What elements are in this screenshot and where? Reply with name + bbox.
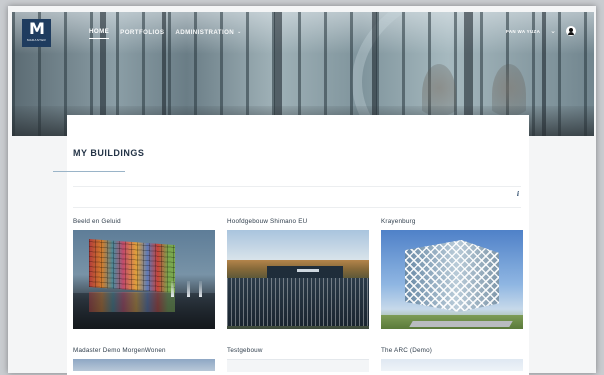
info-icon[interactable]: i xyxy=(514,191,522,199)
building-photo[interactable] xyxy=(381,230,523,329)
building-photo[interactable] xyxy=(73,230,215,329)
building-sign xyxy=(297,269,319,272)
building-facade xyxy=(405,240,499,312)
fountain-jet xyxy=(171,281,174,297)
user-menu[interactable]: PAN WA YUZA ⌄ xyxy=(506,26,576,36)
buildings-card: MY BUILDINGS i Beeld en Geluid Hoofdgebo… xyxy=(53,115,529,375)
user-avatar-icon[interactable] xyxy=(566,26,576,36)
building-road xyxy=(409,321,513,327)
fountain-jet xyxy=(187,281,190,297)
logo-word: MADASTER xyxy=(26,38,47,42)
fountain-jet xyxy=(199,281,202,297)
building-name[interactable]: The ARC (Demo) xyxy=(381,347,524,359)
nav-home[interactable]: HOME xyxy=(89,28,110,39)
building-name[interactable]: Krayenburg xyxy=(381,218,524,230)
madaster-logo[interactable]: M MADASTER xyxy=(22,19,51,47)
title-underline xyxy=(53,171,125,172)
building-tile-krayenburg[interactable]: Krayenburg xyxy=(381,218,524,329)
main-nav: HOME PORTFOLIOS ADMINISTRATION ⌄ xyxy=(89,28,242,39)
nav-administration-label: ADMINISTRATION xyxy=(175,28,235,36)
building-name[interactable]: Hoofdgebouw Shimano EU xyxy=(227,218,370,230)
building-photo[interactable] xyxy=(73,359,215,371)
building-tile-shimano[interactable]: Hoofdgebouw Shimano EU xyxy=(227,218,370,329)
building-facade xyxy=(89,238,175,294)
building-name[interactable]: Beeld en Geluid xyxy=(73,218,216,230)
building-facade xyxy=(227,278,369,326)
building-reflection xyxy=(89,292,175,312)
chevron-down-icon[interactable]: ⌄ xyxy=(550,28,556,35)
divider xyxy=(73,207,521,208)
nav-home-label: HOME xyxy=(89,28,110,35)
user-name: PAN WA YUZA xyxy=(505,28,541,34)
building-photo[interactable] xyxy=(381,359,523,371)
building-name[interactable]: Madaster Demo MorgenWonen xyxy=(73,347,216,359)
building-top xyxy=(267,266,343,278)
building-tile-the-arc[interactable]: The ARC (Demo) xyxy=(381,347,524,371)
chevron-down-icon: ⌄ xyxy=(237,29,242,35)
building-tile-madaster-demo[interactable]: Madaster Demo MorgenWonen xyxy=(73,347,216,371)
building-photo[interactable] xyxy=(227,230,369,329)
logo-mark: M xyxy=(29,19,45,38)
nav-portfolios[interactable]: PORTFOLIOS xyxy=(120,28,164,39)
building-name[interactable]: Testgebouw xyxy=(227,347,370,359)
building-photo[interactable] xyxy=(227,359,369,372)
nav-administration[interactable]: ADMINISTRATION ⌄ xyxy=(175,28,241,39)
divider xyxy=(73,186,521,187)
building-tile-testgebouw[interactable]: Testgebouw xyxy=(227,347,370,372)
building-tile-beeld-en-geluid[interactable]: Beeld en Geluid xyxy=(73,218,216,329)
page-title: MY BUILDINGS xyxy=(73,148,145,158)
nav-portfolios-label: PORTFOLIOS xyxy=(120,28,165,36)
